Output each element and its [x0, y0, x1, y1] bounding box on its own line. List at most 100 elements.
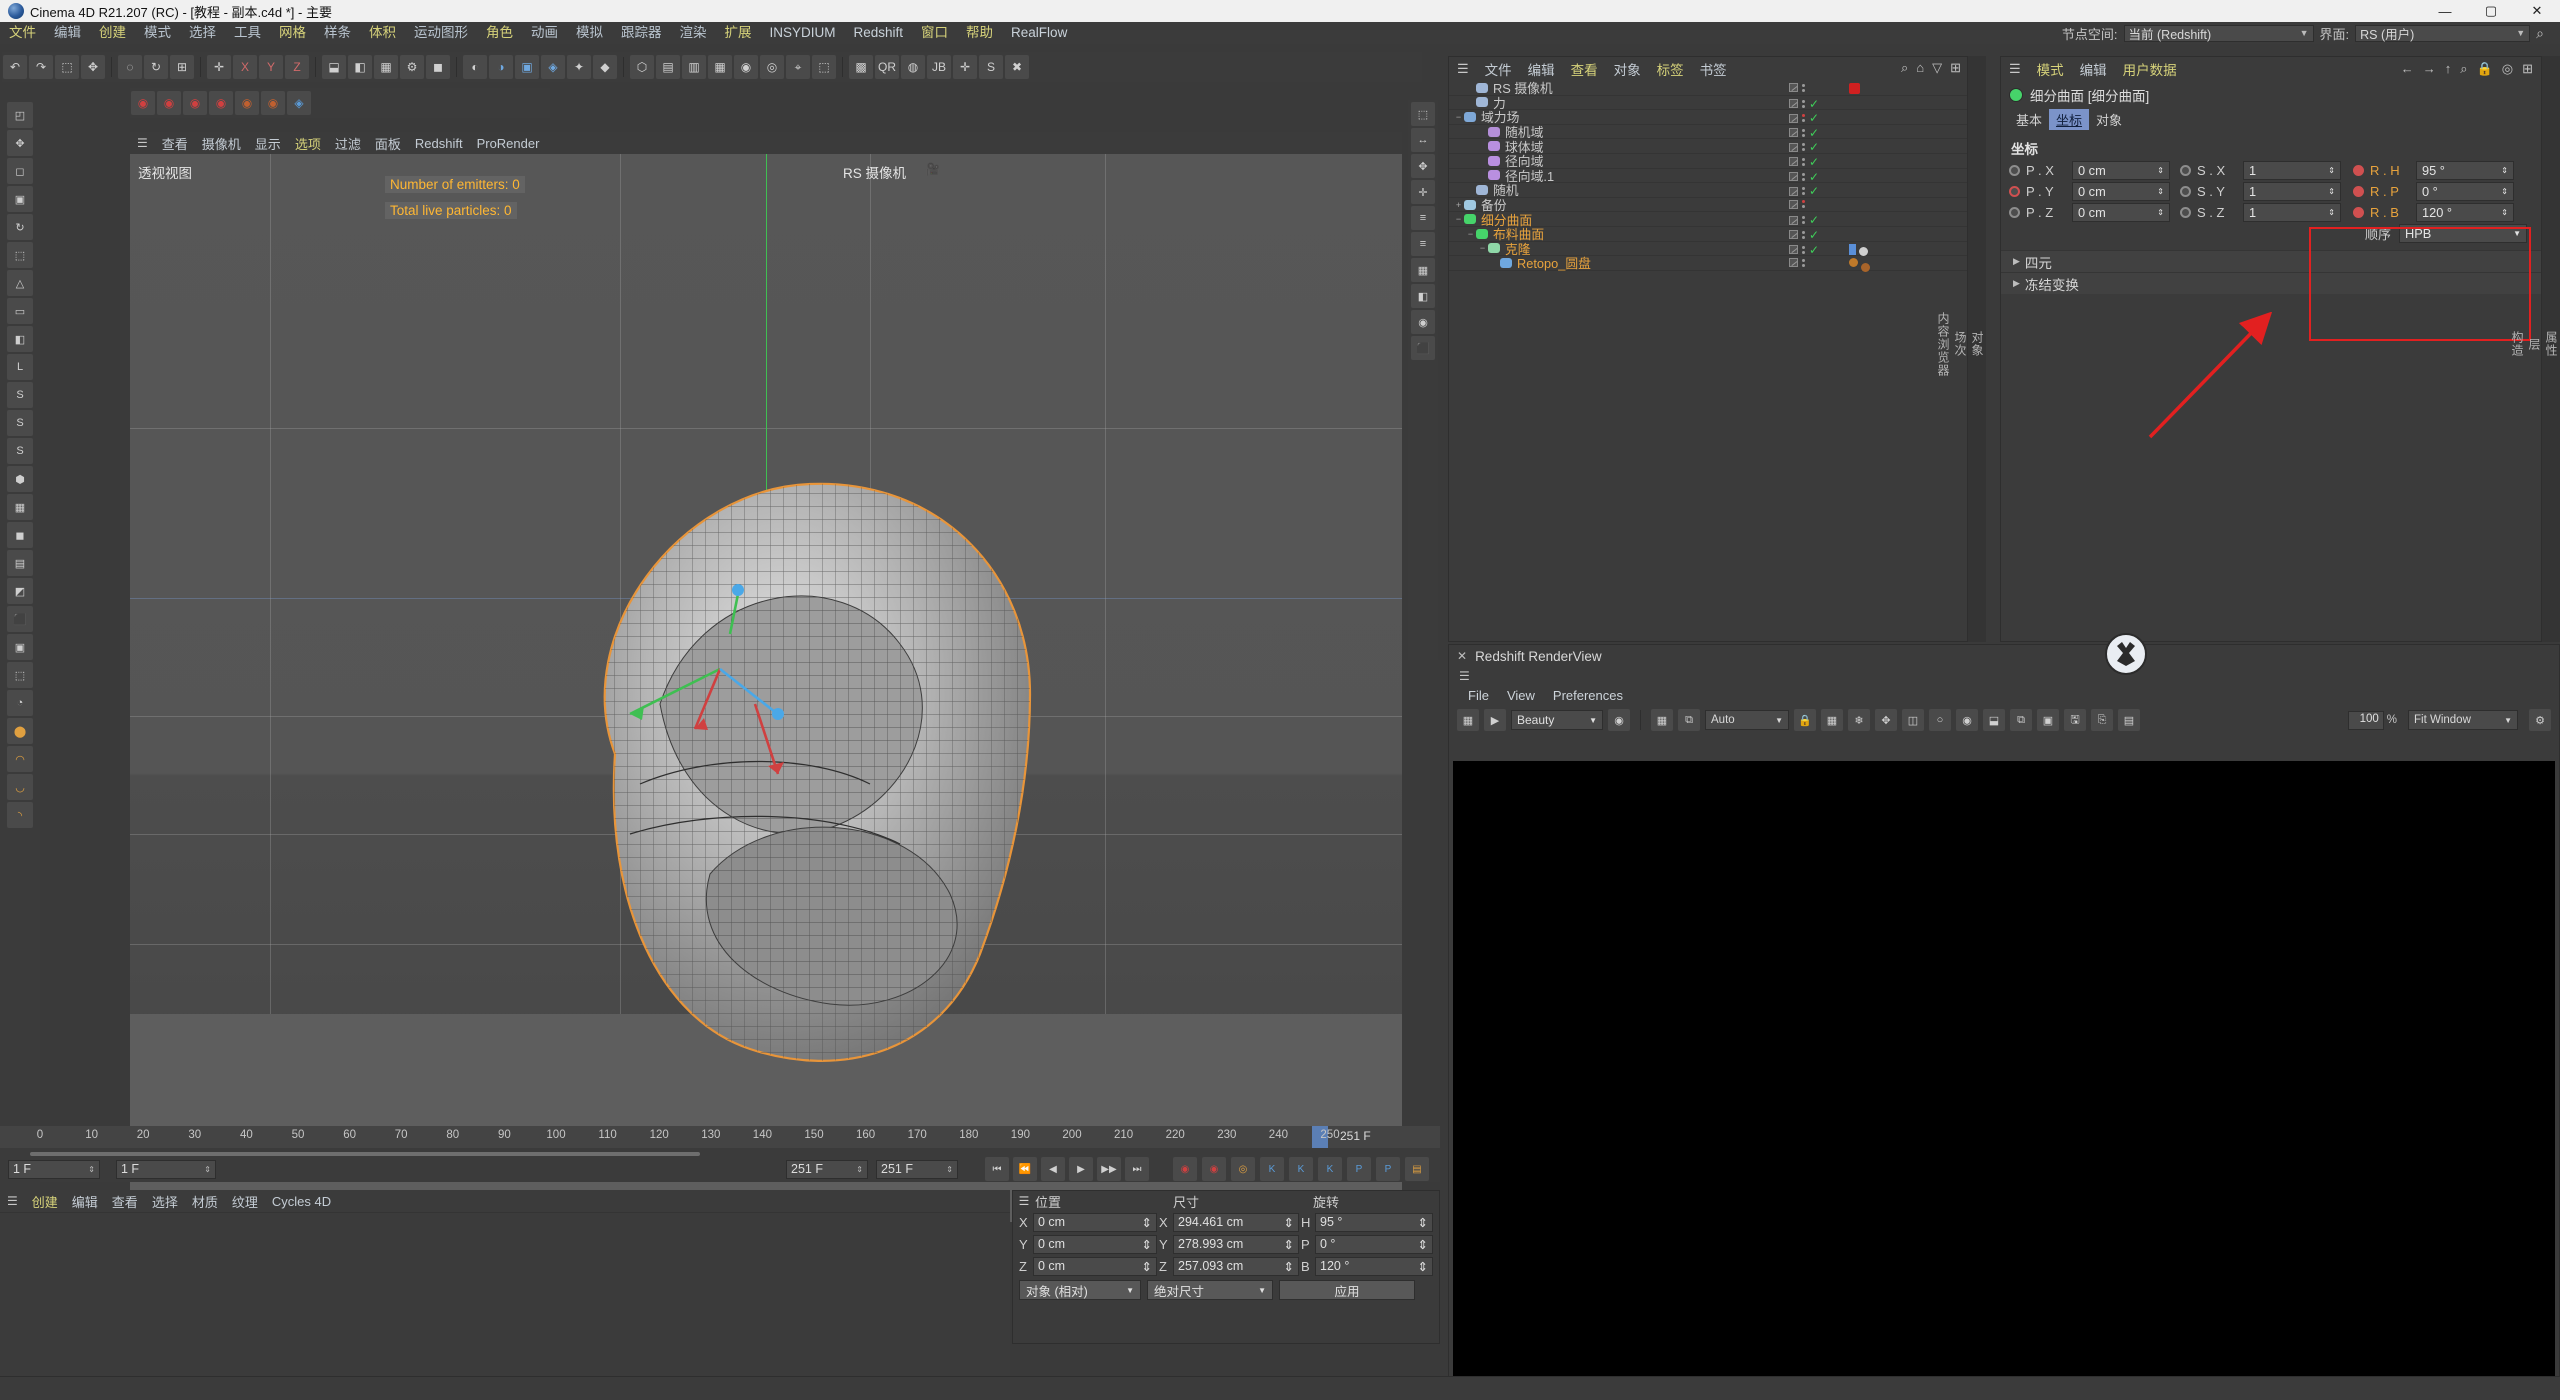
object-menu-1[interactable]: 编辑	[1520, 59, 1563, 79]
renderview-tool-b-4[interactable]: ◫	[1902, 709, 1924, 731]
visibility-dots[interactable]	[1802, 128, 1805, 137]
material-menu-4[interactable]: 材质	[185, 1192, 225, 1211]
visibility-checkbox[interactable]	[1789, 128, 1798, 138]
visibility-checkbox[interactable]	[1789, 199, 1798, 209]
viewport-side-tool-5[interactable]: ≡	[1411, 232, 1435, 256]
frame-end-field[interactable]: 251 F ⇕	[786, 1159, 868, 1179]
menu-item-16[interactable]: INSYDIUM	[761, 22, 845, 44]
spinner-icon[interactable]: ⇕	[1284, 1259, 1294, 1274]
visibility-dot-top[interactable]	[1802, 128, 1805, 132]
position-input-2[interactable]: 0 cm ⇕	[2072, 203, 2170, 222]
renderview-tool-b-9[interactable]: ▣	[2037, 709, 2059, 731]
visibility-dots[interactable]	[1802, 99, 1805, 108]
search-icon[interactable]: ⌕	[1901, 60, 1908, 76]
record-button-8[interactable]: ▤	[1405, 1157, 1429, 1181]
left-tool-7[interactable]: ▭	[7, 298, 33, 324]
position-lock-radio-0[interactable]	[2009, 165, 2020, 176]
minimize-button[interactable]: —	[2422, 0, 2468, 22]
renderview-tool-b-5[interactable]: ○	[1929, 709, 1951, 731]
viewport-menu-1[interactable]: 摄像机	[195, 134, 248, 153]
rotation-lock-radio-2[interactable]	[2353, 207, 2364, 218]
left-tool-4[interactable]: ↻	[7, 214, 33, 240]
position-lock-radio-2[interactable]	[2009, 207, 2020, 218]
visibility-checkbox[interactable]	[1789, 113, 1798, 123]
visibility-checkbox[interactable]	[1789, 157, 1798, 167]
scale-lock-radio-0[interactable]	[2180, 165, 2191, 176]
visibility-dot-bottom[interactable]	[1802, 221, 1805, 225]
preview-end-field[interactable]: 251 F ⇕	[876, 1159, 958, 1179]
visibility-dots[interactable]	[1802, 172, 1805, 181]
visibility-dot-bottom[interactable]	[1802, 192, 1805, 196]
menu-item-2[interactable]: 创建	[90, 22, 135, 44]
toolbar-button-6[interactable]: ⊞	[170, 55, 194, 79]
left-tool-13[interactable]: ⬢	[7, 466, 33, 492]
scale-input-2[interactable]: 1 ⇕	[2243, 203, 2341, 222]
renderview-menu-0[interactable]: File	[1459, 688, 1498, 703]
toolbar-button-29[interactable]: ⬚	[812, 55, 836, 79]
object-side-tab-1[interactable]: 场次	[1952, 64, 1969, 624]
viewport-menu-3[interactable]: 选项	[288, 134, 328, 153]
attribute-menu-0[interactable]: 模式	[2029, 59, 2072, 79]
expander-toggle[interactable]: −	[1465, 229, 1476, 239]
render-mode-select[interactable]: Beauty ▼	[1511, 710, 1603, 730]
spinner-icon[interactable]: ⇕	[2157, 187, 2164, 196]
expander-toggle[interactable]: −	[1477, 243, 1488, 253]
menu-item-19[interactable]: 帮助	[957, 22, 1002, 44]
size-field-Y[interactable]: 278.993 cm ⇕	[1173, 1234, 1299, 1254]
3d-model-cloth-surface[interactable]	[510, 454, 1070, 1094]
left-tool-0[interactable]: ◰	[7, 102, 33, 128]
attribute-side-tab-2[interactable]: 构造	[2509, 64, 2526, 624]
spinner-icon[interactable]: ⇕	[1418, 1259, 1428, 1274]
left-tool-25[interactable]: ◝	[7, 802, 33, 828]
redshift-camera-tag-icon[interactable]	[1849, 83, 1860, 94]
visibility-dot-bottom[interactable]	[1802, 250, 1805, 254]
viewport-menu-0[interactable]: 查看	[155, 134, 195, 153]
toolbar-button-8[interactable]: X	[233, 55, 257, 79]
viewport-side-tool-9[interactable]: ⬛	[1411, 336, 1435, 360]
left-tool-17[interactable]: ◩	[7, 578, 33, 604]
toolbar-button-35[interactable]: S	[979, 55, 1003, 79]
hamburger-icon[interactable]: ☰	[2001, 61, 2029, 77]
attribute-tab-对象[interactable]: 对象	[2089, 109, 2129, 130]
scale-lock-radio-1[interactable]	[2180, 186, 2191, 197]
left-tool-1[interactable]: ✥	[7, 130, 33, 156]
object-tree-row[interactable]: Retopo_圆盘	[1449, 256, 1967, 273]
left-tool-2[interactable]: ◻	[7, 158, 33, 184]
spinner-icon[interactable]: ⇕	[2501, 208, 2508, 217]
home-icon[interactable]: ⌂	[1916, 60, 1924, 76]
hamburger-icon[interactable]: ☰	[1449, 61, 1477, 77]
viewport-menu-5[interactable]: 面板	[368, 134, 408, 153]
renderview-tool-b-7[interactable]: ⬓	[1983, 709, 2005, 731]
effector-tag-icon[interactable]	[1859, 246, 1868, 256]
left-tool-11[interactable]: S	[7, 410, 33, 436]
visibility-checkbox[interactable]	[1789, 230, 1798, 240]
visibility-dot-top[interactable]	[1802, 83, 1805, 87]
visibility-checkbox[interactable]	[1789, 83, 1798, 92]
attribute-side-tab-1[interactable]: 层	[2526, 64, 2543, 624]
viewport-canvas[interactable]: 透视视图 Number of emitters: 0 Total live pa…	[130, 154, 1402, 1222]
position-input-1[interactable]: 0 cm ⇕	[2072, 182, 2170, 201]
spinner-icon[interactable]: ⇕	[1142, 1237, 1152, 1252]
settings-gear-icon[interactable]: ⚙	[2529, 709, 2551, 731]
menu-item-12[interactable]: 模拟	[567, 22, 612, 44]
menu-item-5[interactable]: 工具	[225, 22, 270, 44]
viewport-side-tool-2[interactable]: ✥	[1411, 154, 1435, 178]
visibility-dots[interactable]	[1802, 143, 1805, 152]
material-menu-2[interactable]: 查看	[105, 1192, 145, 1211]
visibility-dot-top[interactable]	[1802, 99, 1805, 103]
viewport-side-tool-6[interactable]: ▦	[1411, 258, 1435, 282]
record-button-7[interactable]: P	[1376, 1157, 1400, 1181]
material-list[interactable]	[0, 1212, 1010, 1376]
toolbar-button-26[interactable]: ◉	[734, 55, 758, 79]
toolbar2-button-0[interactable]: ◉	[131, 91, 155, 115]
hamburger-icon[interactable]: ☰	[1013, 1194, 1035, 1208]
material-menu-0[interactable]: 创建	[25, 1192, 65, 1211]
menu-item-6[interactable]: 网格	[270, 22, 315, 44]
viewport-side-tool-4[interactable]: ≡	[1411, 206, 1435, 230]
left-tool-6[interactable]: △	[7, 270, 33, 296]
toolbar-button-11[interactable]: ⬓	[322, 55, 346, 79]
toolbar-button-4[interactable]: ◌	[118, 55, 142, 79]
scale-input-0[interactable]: 1 ⇕	[2243, 161, 2341, 180]
left-tool-10[interactable]: S	[7, 382, 33, 408]
spinner-icon[interactable]: ⇕	[2157, 166, 2164, 175]
